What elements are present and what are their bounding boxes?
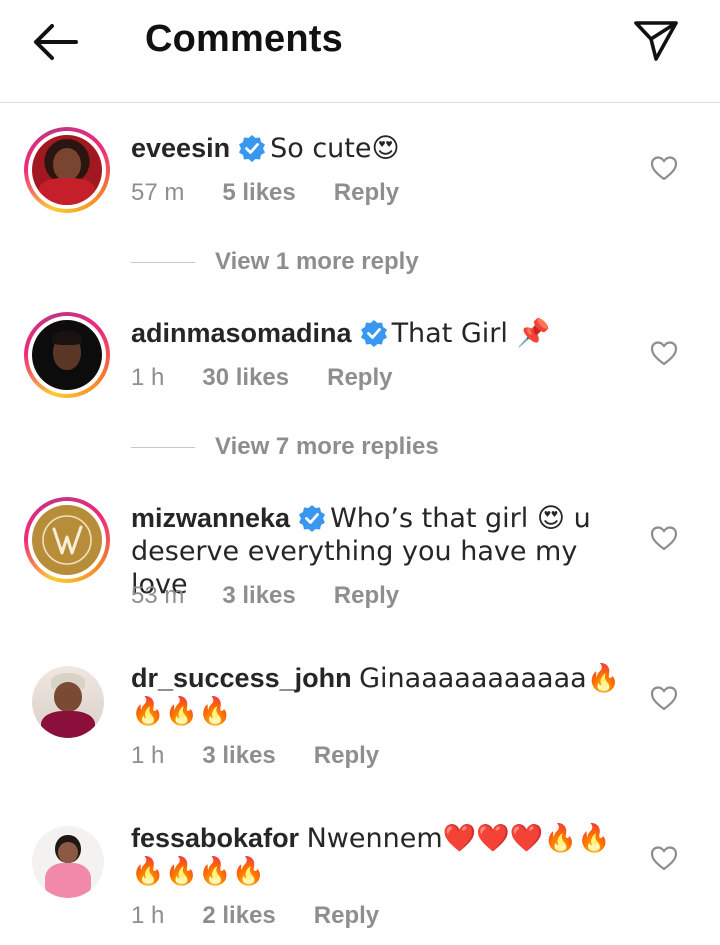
- comment-meta: 53 m 3 likes Reply: [131, 582, 437, 610]
- heart-icon[interactable]: [650, 845, 678, 871]
- divider-line: [131, 261, 195, 263]
- avatar[interactable]: [32, 826, 104, 898]
- avatar[interactable]: [32, 666, 104, 738]
- comment-body: That Girl 📌: [391, 318, 551, 349]
- view-replies-button[interactable]: View 1 more reply: [131, 247, 419, 277]
- reply-button[interactable]: Reply: [334, 179, 399, 206]
- verified-badge-icon: [299, 505, 326, 532]
- reply-button[interactable]: Reply: [314, 742, 379, 769]
- like-count[interactable]: 5 likes: [222, 179, 295, 206]
- page-title: Comments: [145, 18, 343, 60]
- reply-button[interactable]: Reply: [327, 364, 392, 391]
- divider-line: [131, 446, 195, 448]
- verified-badge-icon: [239, 135, 266, 162]
- paper-plane-icon: [634, 21, 678, 61]
- username[interactable]: fessabokafor: [131, 823, 299, 853]
- verified-badge-icon: [360, 320, 387, 347]
- avatar[interactable]: [24, 497, 110, 583]
- reply-button[interactable]: Reply: [314, 902, 379, 929]
- view-replies-label: View 1 more reply: [215, 248, 419, 275]
- comment-meta: 1 h 2 likes Reply: [131, 902, 417, 930]
- view-replies-label: View 7 more replies: [215, 433, 439, 460]
- comment-text: eveesin So cute😍: [131, 132, 631, 165]
- comment-text: adinmasomadina That Girl 📌: [131, 317, 631, 350]
- heart-icon[interactable]: [650, 155, 678, 181]
- heart-icon[interactable]: [650, 525, 678, 551]
- username[interactable]: mizwanneka: [131, 503, 290, 533]
- share-button[interactable]: [630, 18, 682, 64]
- comment-text: fessabokafor Nwennem❤️❤️❤️🔥🔥🔥🔥🔥🔥: [131, 822, 611, 888]
- like-count[interactable]: 3 likes: [202, 742, 275, 769]
- avatar[interactable]: [24, 312, 110, 398]
- username[interactable]: eveesin: [131, 133, 230, 163]
- timestamp: 57 m: [131, 179, 185, 206]
- arrow-left-icon: [34, 24, 78, 60]
- like-count[interactable]: 3 likes: [222, 582, 295, 609]
- comment-body: So cute😍: [270, 133, 400, 164]
- comment-text: dr_success_john Ginaaaaaaaaaaa🔥🔥🔥🔥: [131, 662, 621, 728]
- top-bar: Comments: [0, 0, 720, 103]
- view-replies-button[interactable]: View 7 more replies: [131, 432, 439, 462]
- like-count[interactable]: 30 likes: [202, 364, 289, 391]
- timestamp: 53 m: [131, 582, 185, 609]
- brand-logo-w: [42, 515, 92, 565]
- comment-meta: 57 m 5 likes Reply: [131, 179, 437, 207]
- timestamp: 1 h: [131, 364, 165, 391]
- heart-icon[interactable]: [650, 685, 678, 711]
- like-count[interactable]: 2 likes: [202, 902, 275, 929]
- timestamp: 1 h: [131, 902, 165, 929]
- username[interactable]: dr_success_john: [131, 663, 352, 693]
- back-button[interactable]: [28, 20, 84, 64]
- heart-icon[interactable]: [650, 340, 678, 366]
- comment-meta: 1 h 30 likes Reply: [131, 364, 430, 392]
- comment-meta: 1 h 3 likes Reply: [131, 742, 417, 770]
- timestamp: 1 h: [131, 742, 165, 769]
- username[interactable]: adinmasomadina: [131, 318, 352, 348]
- avatar[interactable]: [24, 127, 110, 213]
- reply-button[interactable]: Reply: [334, 582, 399, 609]
